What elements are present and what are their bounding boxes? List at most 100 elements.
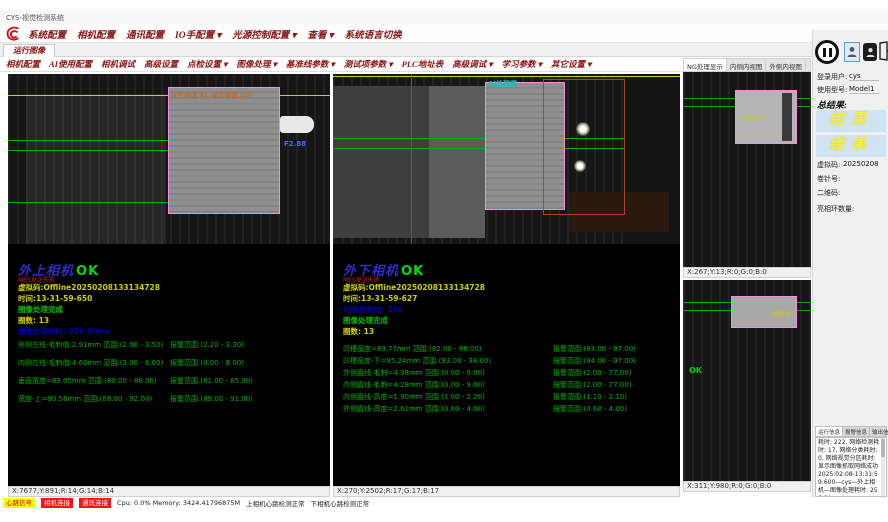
vcode-value: 20250208 [843,160,879,168]
menu-light-config[interactable]: 光源控制配置 ▾ [232,27,296,41]
log-tabs: 运行信息 报警信息 输出信息 [815,426,887,437]
alarm-range: 报警范围:(81.00 - 85.00) [170,376,253,386]
tool-spotcheck-settings[interactable]: 点检设置 ▾ [187,58,227,70]
tool-advanced-settings[interactable]: 高级设置 [144,58,178,70]
login-user-label: 登录用户: [817,72,847,82]
comm-connection-badge: 通讯连接 [79,498,111,508]
measurement-row: 外侧直线-高度=2.61mm 范围:(0.60 - 4.00) 报警范围:(0.… [343,404,676,414]
measurement-value: 内侧直线-高度=1.90mm 范围:(1.00 - 2.20) [343,392,553,402]
login-user-value[interactable]: cys [849,72,879,81]
user-icon [847,46,857,58]
barcode-line: 虚拟码:Offline20250208133134728 [18,282,160,293]
roi-box: 灰色阈值:93, 动态阈值:100 [168,87,280,214]
alarm-range: 报警范围:(0.00 - 8.00) [170,358,244,368]
exit-door-icon [879,41,888,61]
tool-plc-address-table[interactable]: PLC地址表 [402,58,444,70]
tool-camera-debug[interactable]: 相机调试 [101,58,135,70]
camera-connection-badge: 相机连接 [41,498,73,508]
right-view-tabs: NG处理显示 内侧内视图 外侧内视图 [683,58,811,72]
menu-view[interactable]: 查看 ▾ [307,27,333,41]
reflection-flare [574,160,586,172]
measurement-value: 外侧直线-高度=2.61mm 范围:(0.60 - 4.00) [343,404,553,414]
yellow-guide-line [333,76,680,77]
pause-icon [815,40,839,64]
tool-ai-usage-config[interactable]: AI使用配置 [49,58,92,70]
tab-output-info[interactable]: 输出信息 [870,427,888,436]
alarm-range: 报警范围:(89.00 - 91.00) [170,394,253,404]
measurement-row: 内侧直线-高度=1.90mm 范围:(1.00 - 2.20) 报警范围:(1.… [343,392,676,402]
part-connector-blob [280,116,314,133]
tab-alarm-info[interactable]: 报警信息 [843,427,870,436]
right-top-camera-image[interactable]: 阈值:93 [683,72,811,267]
menu-items: 系统配置 相机配置 通讯配置 IO手配置 ▾ 光源控制配置 ▾ 查看 ▾ 系统语… [28,27,402,41]
alarm-range: 报警范围:(2.00 - 77.00) [553,368,631,378]
center-camera-panel: AI处理图 外下相机OK MES发送失败 虚拟码:Offline20250208… [333,74,680,486]
menu-language-switch[interactable]: 系统语言切换 [345,27,402,41]
center-pixel-coords: X:270;Y:2502;R:17;G:17;B:17 [333,486,680,497]
window-title: CYS-视觉检测系统 [6,13,64,23]
measurement-row: 外侧左线-毛刺值:2.91mm 范围:(2.00 - 3.50) 报警范围:(2… [18,340,326,350]
tab-inner-view[interactable]: 内侧内视图 [727,59,767,71]
menu-camera-config[interactable]: 相机配置 [77,27,115,41]
status-bar: 心跳信号 相机连接 通讯连接 Cpu: 0.0% Memory: 3424.41… [0,497,888,509]
threshold-overlay-label: 灰色阈值:93, 动态阈值:100 [171,89,252,99]
ai-elapsed-line: AI处理耗时: 166 [343,304,403,315]
measurement-row: 内侧左线-毛刺值:4.60mm 范围:(3.00 - 6.00) 报警范围:(0… [18,358,326,368]
tab-run-info[interactable]: 运行信息 [816,427,843,436]
image-region [429,86,485,238]
menu-io-config[interactable]: IO手配置 ▾ [175,27,221,41]
tab-outer-view[interactable]: 外侧内视图 [766,59,806,71]
tool-other-settings[interactable]: 其它设置 ▾ [551,58,591,70]
round-line: 圈数: 13 [18,315,49,326]
menu-system-config[interactable]: 系统配置 [28,27,66,41]
alarm-range: 报警范围:(2.20 - 3.30) [170,340,244,350]
ring-count-label: 亮相环数量: [817,204,854,214]
measure-value-tag: F2.88 [284,140,306,148]
tab-run-image[interactable]: 运行图像 [3,44,55,57]
tool-camera-config[interactable]: 相机配置 [6,58,40,70]
tool-advanced-debug[interactable]: 高级调试 ▾ [452,58,492,70]
tool-test-params[interactable]: 测试项参数 ▾ [344,58,393,70]
tab-strip: 运行图像 [0,43,888,57]
left-pixel-coords: X:7677;Y:891;R:14;G:14;B:14 [8,486,330,497]
tool-learning-params[interactable]: 学习参数 ▾ [502,58,542,70]
measurement-value: 内侧直线-毛刺=4.28mm 范围:(0.00 - 9.00) [343,380,553,390]
center-camera-image[interactable]: AI处理图 [333,74,680,244]
process-done-line: 图像处理完成 [18,304,63,315]
model-value[interactable]: Model1 [849,85,879,94]
measurement-value: 外侧左线-毛刺值:2.91mm 范围:(2.00 - 3.50) [18,340,170,350]
heartbeat-badge: 心跳信号 [3,498,35,508]
login-user-button[interactable] [844,42,860,62]
tool-image-processing[interactable]: 图像处理 ▾ [236,58,276,70]
right-bottom-camera-image[interactable]: 阈值:93 OK [683,280,811,481]
measurement-row: 外侧直线-毛刺=4.38mm 范围:(0.00 - 9.00) 报警范围:(2.… [343,368,676,378]
alarm-range: 报警范围:(83.00 - 87.00) [553,344,636,354]
threshold-mini-label: 阈值:93 [772,309,794,318]
measurement-row: 垂直宽度=83.05mm 范围:(80.00 - 86.00) 报警范围:(81… [18,376,326,386]
toolbar: 相机配置 AI使用配置 相机调试 高级设置 点检设置 ▾ 图像处理 ▾ 基准线参… [0,57,683,72]
right-bottom-camera-panel: 阈值:93 OK [683,280,811,481]
right-bottom-pixel-coords: X:311;Y:980;R:0;G:0;B:0 [683,481,811,492]
upper-camera-heartbeat-status: 上相机心跳检测正常 [246,498,305,508]
green-vertical-line [411,74,412,244]
alarm-range: 报警范围:(2.00 - 77.00) [553,380,631,390]
ai-roi-box [543,79,625,215]
operator-button[interactable] [863,43,877,61]
tool-baseline-params[interactable]: 基准线参数 ▾ [286,58,335,70]
ok-status: OK [401,264,424,279]
left-camera-panel: 灰色阈值:93, 动态阈值:100 F2.88 外上相机OK MES发送失败 虚… [8,74,330,486]
alarm-range: 报警范围:(1.10 - 2.10) [553,392,627,402]
log-scrollbar-thumb[interactable] [881,439,885,457]
left-camera-image[interactable]: 灰色阈值:93, 动态阈值:100 F2.88 [8,74,330,244]
menu-comm-config[interactable]: 通讯配置 [126,27,164,41]
ok-status: OK [76,264,99,279]
tab-ng-display[interactable]: NG处理显示 [684,59,727,71]
roi-box: 阈值:93 [735,90,797,144]
log-textbox[interactable]: 耗时: 222, 网络检测耗时: 17, 网络分类耗时: 0, 网络视觉分区耗时… [815,437,887,497]
image-region [26,94,166,244]
time-line: 时间:13-31-59-650 [18,293,92,304]
right-top-pixel-coords: X:267;Y:13;R:0;G:0;B:0 [683,267,811,278]
exit-button[interactable] [879,41,888,61]
ai-image-label: AI处理图 [488,79,517,89]
pause-button[interactable] [815,40,839,64]
